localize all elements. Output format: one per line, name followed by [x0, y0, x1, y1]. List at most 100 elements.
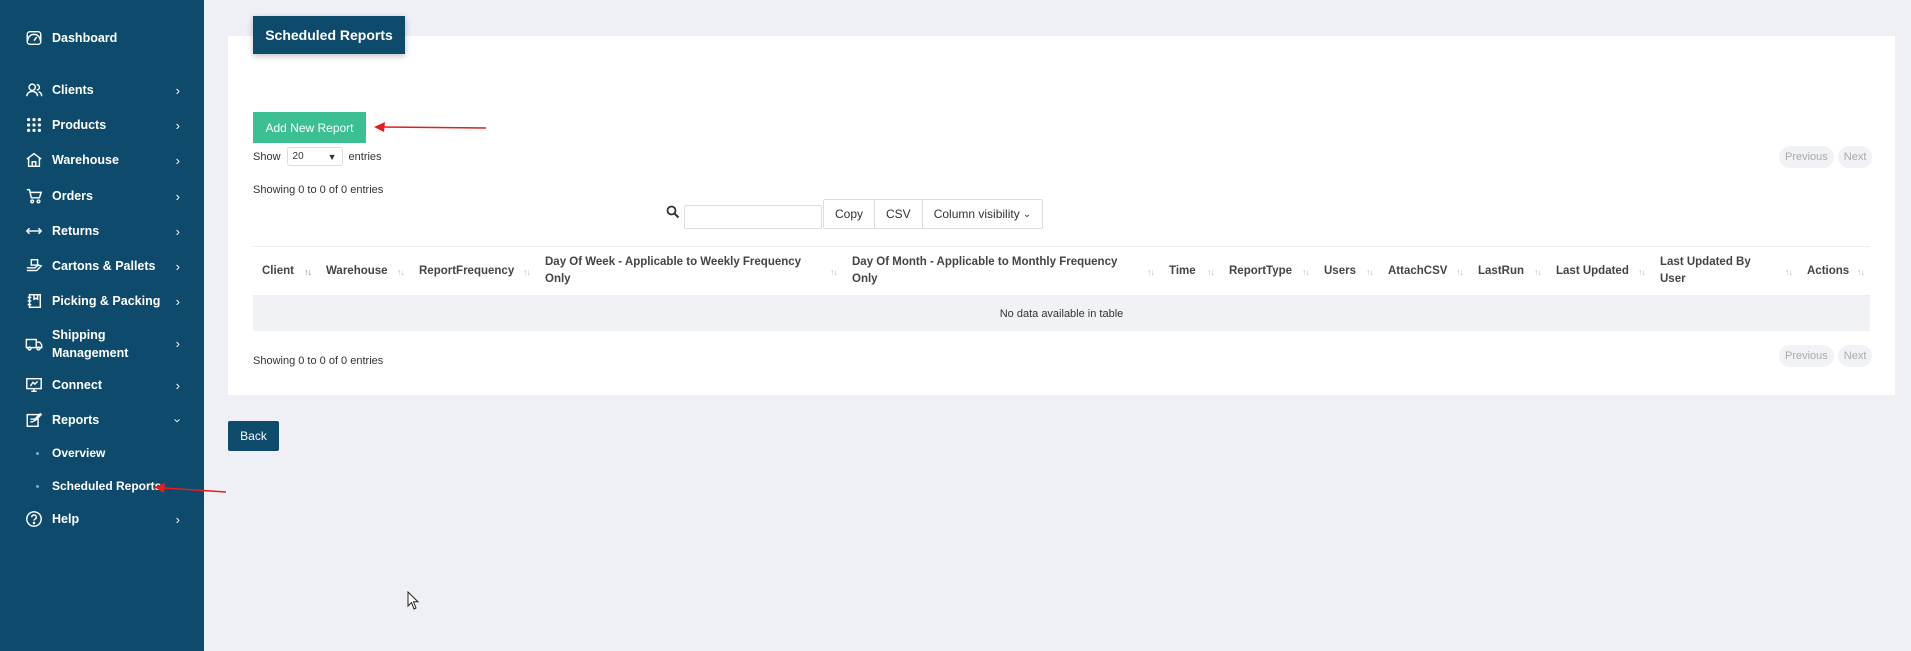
sort-icon: ↑↓ — [1147, 267, 1155, 277]
sort-icon: ↑↓ — [1207, 267, 1215, 277]
column-header-day-of-week[interactable]: Day Of Week - Applicable to Weekly Frequ… — [536, 247, 843, 295]
pagination-bottom: Previous Next — [1779, 345, 1873, 367]
column-header-last-updated[interactable]: Last Updated ↑↓ — [1547, 247, 1651, 295]
column-header-last-updated-by-user[interactable]: Last Updated By User ↑↓ — [1651, 247, 1798, 295]
sidebar-item-cartons-pallets[interactable]: Cartons & Pallets › — [0, 256, 204, 276]
picking-icon — [24, 291, 44, 311]
sort-icon: ↑↓ — [1456, 267, 1464, 277]
page-title: Scheduled Reports — [253, 16, 405, 54]
annotation-arrow-icon — [374, 122, 487, 132]
reports-icon — [24, 410, 44, 430]
column-header-client[interactable]: Client ↑↓ — [253, 247, 317, 295]
column-header-day-of-month[interactable]: Day Of Month - Applicable to Monthly Fre… — [843, 247, 1160, 295]
column-header-report-frequency[interactable]: ReportFrequency ↑↓ — [410, 247, 536, 295]
sidebar-item-label: Warehouse — [52, 153, 119, 167]
sidebar-subitem-label: Scheduled Reports — [52, 479, 162, 493]
page-length-select[interactable]: 20 ▼ — [286, 147, 343, 166]
chevron-right-icon: › — [175, 188, 180, 204]
column-header-users[interactable]: Users ↑↓ — [1315, 247, 1379, 295]
warehouse-icon — [24, 150, 44, 170]
chevron-right-icon: › — [175, 377, 180, 393]
help-icon — [24, 509, 44, 529]
chevron-right-icon: › — [175, 82, 180, 98]
orders-icon — [24, 186, 44, 206]
page-length-value: 20 — [292, 151, 304, 162]
sort-icon: ↑↓ — [523, 267, 531, 277]
next-button[interactable]: Next — [1837, 146, 1873, 168]
search-input[interactable] — [684, 205, 822, 229]
sidebar-item-label: Clients — [52, 83, 94, 97]
annotation-arrow-icon — [154, 483, 227, 493]
sort-icon: ↑↓ — [1638, 267, 1646, 277]
sort-asc-icon: ↑↓ — [304, 267, 312, 277]
add-new-report-button[interactable]: Add New Report — [253, 112, 366, 143]
page-length-control: Show 20 ▼ entries — [253, 147, 382, 166]
chevron-right-icon: › — [175, 117, 180, 133]
sort-icon: ↑↓ — [1857, 267, 1865, 277]
sidebar-item-label: Returns — [52, 224, 100, 238]
copy-button[interactable]: Copy — [824, 200, 876, 228]
mouse-cursor-icon — [407, 591, 420, 610]
chevron-down-icon: ⌄ — [1022, 208, 1032, 220]
show-label: Show — [253, 150, 281, 163]
sort-icon: ↑↓ — [1785, 267, 1793, 277]
chevron-right-icon: › — [175, 336, 180, 351]
back-button[interactable]: Back — [228, 421, 279, 451]
column-header-actions[interactable]: Actions ↑↓ — [1798, 247, 1870, 295]
chevron-down-icon: ▼ — [327, 151, 337, 162]
empty-table-row: No data available in table — [253, 296, 1870, 331]
sort-icon: ↑↓ — [397, 267, 405, 277]
pagination-top: Previous Next — [1779, 146, 1873, 168]
sidebar-item-picking-packing[interactable]: Picking & Packing › — [0, 291, 204, 311]
products-icon — [24, 115, 44, 135]
next-button[interactable]: Next — [1837, 345, 1873, 367]
column-header-report-type[interactable]: ReportType ↑↓ — [1220, 247, 1315, 295]
sidebar-item-connect[interactable]: Connect › — [0, 375, 204, 395]
sidebar-subitem-label: Overview — [52, 446, 106, 460]
sidebar-item-orders[interactable]: Orders › — [0, 186, 204, 206]
sidebar-item-clients[interactable]: Clients › — [0, 80, 204, 100]
csv-button[interactable]: CSV — [875, 200, 923, 228]
sidebar-item-label: Orders — [52, 189, 93, 203]
sidebar-item-returns[interactable]: Returns › — [0, 221, 204, 241]
clients-icon — [24, 80, 44, 100]
sidebar-item-label: Help — [52, 512, 80, 526]
column-visibility-button[interactable]: Column visibility ⌄ — [923, 200, 1042, 228]
sort-icon: ↑↓ — [1302, 267, 1310, 277]
previous-button[interactable]: Previous — [1779, 345, 1834, 367]
sidebar-item-reports[interactable]: Reports › — [0, 410, 204, 430]
sidebar-item-products[interactable]: Products › — [0, 115, 204, 135]
sidebar-item-label: Cartons & Pallets — [52, 259, 156, 273]
chevron-down-icon: › — [170, 417, 186, 423]
sidebar-item-warehouse[interactable]: Warehouse › — [0, 150, 204, 170]
table-buttons: Copy CSV Column visibility ⌄ — [823, 199, 1044, 229]
sort-icon: ↑↓ — [830, 267, 838, 277]
sidebar-subitem-overview[interactable]: Overview — [0, 446, 204, 462]
dashboard-icon — [24, 28, 44, 48]
returns-icon — [24, 221, 44, 241]
search-icon — [666, 205, 680, 219]
content-card — [228, 36, 1895, 395]
column-header-time[interactable]: Time ↑↓ — [1160, 247, 1220, 295]
sidebar-item-label: Picking & Packing — [52, 294, 161, 308]
sidebar-item-label: Dashboard — [52, 31, 118, 45]
sort-icon: ↑↓ — [1366, 267, 1374, 277]
sidebar-item-shipping-management[interactable]: Shipping Management › — [0, 326, 204, 362]
chevron-right-icon: › — [175, 152, 180, 168]
column-header-attach-csv[interactable]: AttachCSV ↑↓ — [1379, 247, 1469, 295]
sidebar-item-label: Products — [52, 118, 107, 132]
sort-icon: ↑↓ — [1534, 267, 1542, 277]
table-info-bottom: Showing 0 to 0 of 0 entries — [253, 355, 384, 367]
sidebar: Dashboard Clients › Products › Warehouse… — [0, 0, 204, 651]
sidebar-item-help[interactable]: Help › — [0, 509, 204, 529]
reports-table: Client ↑↓ Warehouse ↑↓ ReportFrequency ↑↓ D… — [253, 246, 1870, 331]
shipping-icon — [24, 334, 44, 354]
chevron-right-icon: › — [175, 223, 180, 239]
bullet-icon — [36, 485, 39, 488]
previous-button[interactable]: Previous — [1779, 146, 1834, 168]
chevron-right-icon: › — [175, 293, 180, 309]
column-header-warehouse[interactable]: Warehouse ↑↓ — [317, 247, 410, 295]
cartons-icon — [24, 256, 44, 276]
column-header-last-run[interactable]: LastRun ↑↓ — [1469, 247, 1547, 295]
sidebar-item-dashboard[interactable]: Dashboard — [0, 28, 204, 48]
